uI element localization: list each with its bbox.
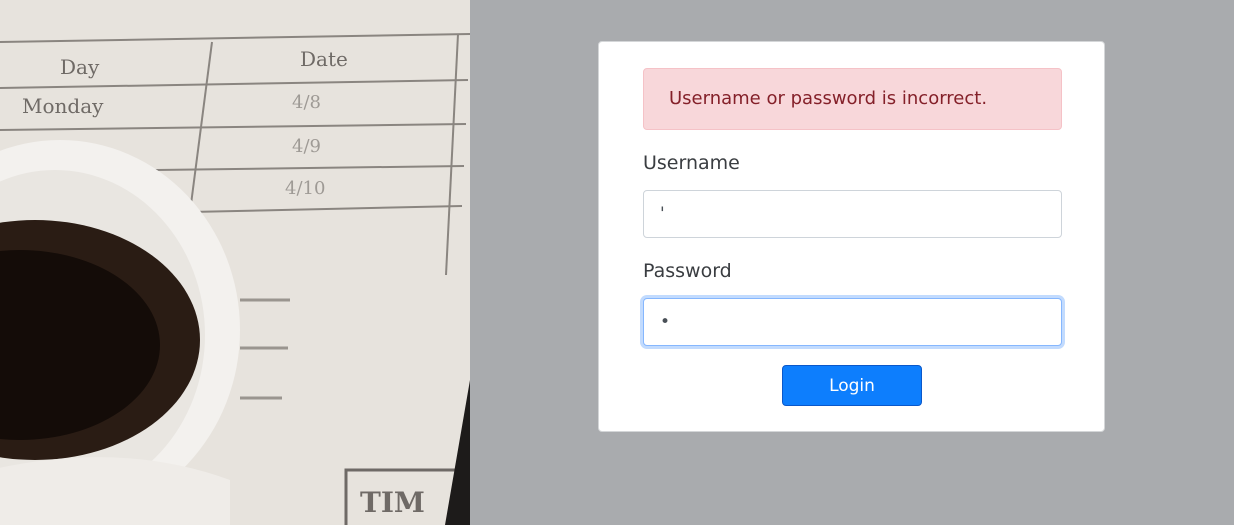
password-label: Password <box>643 260 732 282</box>
sheet-row-date: 4/9 <box>292 136 321 157</box>
coffee-and-timesheet-illustration: Day Date Monday 4/8 4/9 4/10 TIM <box>0 0 470 525</box>
sheet-header-date: Date <box>300 47 348 71</box>
login-card: Username or password is incorrect. Usern… <box>598 41 1105 432</box>
error-alert: Username or password is incorrect. <box>643 68 1062 130</box>
sheet-row-date: 4/8 <box>292 92 321 113</box>
sheet-row-day: Monday <box>22 94 104 118</box>
sheet-footer-text: TIM <box>360 486 425 519</box>
sheet-header-day: Day <box>60 55 100 79</box>
username-label: Username <box>643 152 740 174</box>
sheet-row-date: 4/10 <box>285 178 325 199</box>
password-input[interactable] <box>643 298 1062 346</box>
background-photo: Day Date Monday 4/8 4/9 4/10 TIM <box>0 0 470 525</box>
username-input[interactable] <box>643 190 1062 238</box>
login-panel: Username or password is incorrect. Usern… <box>470 0 1234 525</box>
login-button[interactable]: Login <box>782 365 922 406</box>
